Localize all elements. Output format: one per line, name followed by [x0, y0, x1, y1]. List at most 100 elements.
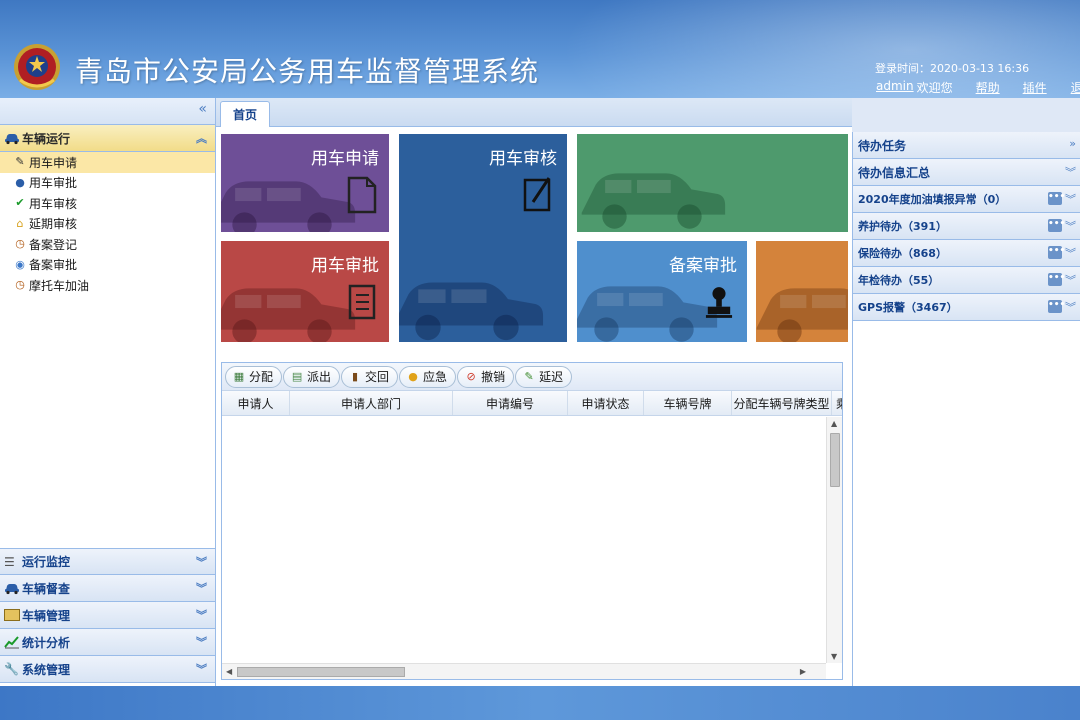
user-links: admin 欢迎您 帮助 插件 退出: [876, 79, 1080, 96]
tile-green[interactable]: [577, 134, 848, 232]
list-icon: ☰: [4, 554, 15, 569]
menu-item-record-register[interactable]: ◷ 备案登记: [0, 234, 215, 255]
menu-item-label: 延期审核: [29, 217, 78, 232]
book-icon: ▮: [352, 369, 359, 383]
car-silhouette-icon: [221, 288, 356, 342]
scroll-left-arrow-icon[interactable]: ◀: [226, 667, 232, 676]
double-chevron-down-icon[interactable]: ︾: [196, 554, 207, 570]
car-silhouette-icon: [577, 286, 718, 342]
double-chevron-down-icon[interactable]: ︾: [1065, 218, 1076, 234]
bulb-icon: ●: [408, 369, 418, 383]
double-chevron-down-icon[interactable]: ︾: [196, 634, 207, 650]
column-header[interactable]: 申请人部门: [290, 391, 453, 415]
more-icon[interactable]: •••: [1048, 273, 1065, 286]
tile-orange[interactable]: [756, 241, 848, 342]
emergency-button[interactable]: ● 应急: [399, 365, 457, 388]
user-name-link[interactable]: admin: [876, 79, 914, 96]
nav-collapse-bar: «: [0, 98, 215, 125]
more-icon[interactable]: •••: [1048, 219, 1065, 232]
tab-home[interactable]: 首页: [220, 101, 270, 127]
pending-item-maintenance[interactable]: 养护待办（391） ••• ︾: [853, 213, 1080, 240]
more-icon[interactable]: •••: [1048, 192, 1065, 205]
double-chevron-up-icon[interactable]: ︽: [196, 130, 207, 146]
column-header[interactable]: 申请状态: [568, 391, 644, 415]
revoke-button[interactable]: ⊘ 撤销: [457, 365, 515, 388]
column-header[interactable]: 申请编号: [453, 391, 568, 415]
double-chevron-down-icon[interactable]: ︾: [1065, 245, 1076, 261]
return-button[interactable]: ▮ 交回: [341, 365, 399, 388]
double-chevron-down-icon[interactable]: ︾: [1065, 191, 1076, 207]
pending-item-annual-inspection[interactable]: 年检待办（55） ••• ︾: [853, 267, 1080, 294]
pending-item-label: 年检待办（55）: [858, 274, 940, 287]
card-icon: [4, 609, 20, 621]
logout-link[interactable]: 退出: [1071, 79, 1080, 96]
double-chevron-down-icon[interactable]: ︾: [196, 580, 207, 596]
edit-icon: ✎: [15, 155, 25, 169]
double-chevron-down-icon[interactable]: ︾: [1065, 164, 1076, 180]
column-header[interactable]: 车辆号牌: [644, 391, 732, 415]
button-label: 撤销: [481, 370, 506, 384]
section-vehicle-operation[interactable]: 车辆运行 ︽: [0, 125, 215, 152]
scroll-thumb[interactable]: [237, 667, 405, 677]
button-label: 应急: [423, 370, 448, 384]
more-icon[interactable]: •••: [1048, 246, 1065, 259]
double-chevron-down-icon[interactable]: ︾: [196, 661, 207, 677]
home-icon: ⌂: [16, 216, 24, 230]
menu-item-apply[interactable]: ✎ 用车申请: [0, 152, 215, 173]
pending-item-label: 2020年度加油填报异常（0）: [858, 193, 1007, 206]
pending-item-insurance[interactable]: 保险待办（868） ••• ︾: [853, 240, 1080, 267]
pending-tasks-header[interactable]: 待办任务 »: [853, 132, 1080, 159]
double-chevron-down-icon[interactable]: ︾: [1065, 272, 1076, 288]
section-label: 车辆管理: [22, 608, 71, 623]
more-icon[interactable]: •••: [1048, 300, 1065, 313]
section-statistics[interactable]: 统计分析 ︾: [0, 629, 215, 656]
tile-vehicle-approve[interactable]: 用车审批: [221, 241, 389, 342]
menu-item-audit[interactable]: ✔ 用车审核: [0, 193, 215, 214]
tile-record-approve[interactable]: 备案审批: [577, 241, 747, 342]
tile-vehicle-apply[interactable]: 用车申请: [221, 134, 389, 232]
double-chevron-down-icon[interactable]: ︾: [1065, 299, 1076, 315]
menu-item-extension[interactable]: ⌂ 延期审核: [0, 214, 215, 235]
double-chevron-left-icon[interactable]: «: [198, 101, 207, 117]
menu-item-record-approve[interactable]: ◉ 备案审批: [0, 255, 215, 276]
pending-item-label: GPS报警（3467）: [858, 301, 958, 314]
horizontal-scrollbar[interactable]: ◀ ▶: [222, 663, 826, 679]
menu-item-approve[interactable]: ● 用车审批: [0, 173, 215, 194]
car-silhouette-icon: [221, 181, 356, 232]
delay-button[interactable]: ✎ 延迟: [515, 365, 573, 388]
menu-item-label: 用车审批: [29, 176, 78, 191]
scroll-down-arrow-icon[interactable]: ▼: [831, 652, 837, 661]
section-vehicle-manage[interactable]: 车辆管理 ︾: [0, 602, 215, 629]
menu-item-motorcycle-fuel[interactable]: ◷ 摩托车加油: [0, 275, 215, 296]
clock-icon: ◷: [15, 278, 25, 292]
vertical-scrollbar[interactable]: ▲ ▼: [826, 417, 842, 663]
scroll-up-arrow-icon[interactable]: ▲: [831, 419, 837, 428]
help-link[interactable]: 帮助: [976, 79, 1000, 96]
tile-label: 用车审核: [489, 149, 557, 169]
scroll-right-arrow-icon[interactable]: ▶: [800, 667, 806, 676]
tile-vehicle-audit[interactable]: 用车审核: [399, 134, 567, 342]
welcome-text: 欢迎您: [916, 81, 953, 95]
grid-body: [222, 417, 826, 663]
double-chevron-right-icon[interactable]: »: [1069, 137, 1076, 150]
car-silhouette-icon: [756, 288, 848, 342]
nav-sections: ☰ 运行监控 ︾ 车辆督查 ︾ 车辆管理 ︾ 统计分析 ︾ 🔧 系统管理 ︾: [0, 548, 215, 683]
dispatch-button[interactable]: ▤ 派出: [283, 365, 341, 388]
section-vehicle-inspect[interactable]: 车辆督查 ︾: [0, 575, 215, 602]
wrench-icon: 🔧: [4, 662, 19, 676]
assign-button[interactable]: ▦ 分配: [225, 365, 283, 388]
plugin-link[interactable]: 插件: [1023, 79, 1047, 96]
pending-item-gps-alarm[interactable]: GPS报警（3467） ••• ︾: [853, 294, 1080, 321]
column-header[interactable]: 乘: [832, 391, 842, 415]
column-header[interactable]: 分配车辆号牌类型: [732, 391, 832, 415]
menu-item-label: 备案登记: [29, 237, 78, 252]
section-system-manage[interactable]: 🔧 系统管理 ︾: [0, 656, 215, 683]
scroll-thumb[interactable]: [830, 433, 840, 487]
column-header[interactable]: 申请人: [222, 391, 290, 415]
button-label: 延迟: [539, 370, 564, 384]
double-chevron-down-icon[interactable]: ︾: [196, 607, 207, 623]
pending-summary-header[interactable]: 待办信息汇总 ︾: [853, 159, 1080, 186]
vehicle-operation-menu: ✎ 用车申请 ● 用车审批 ✔ 用车审核 ⌂ 延期审核 ◷ 备案登记 ◉ 备案审…: [0, 152, 215, 296]
section-run-monitor[interactable]: ☰ 运行监控 ︾: [0, 548, 215, 575]
pending-item-fuel-anomaly[interactable]: 2020年度加油填报异常（0） ••• ︾: [853, 186, 1080, 213]
